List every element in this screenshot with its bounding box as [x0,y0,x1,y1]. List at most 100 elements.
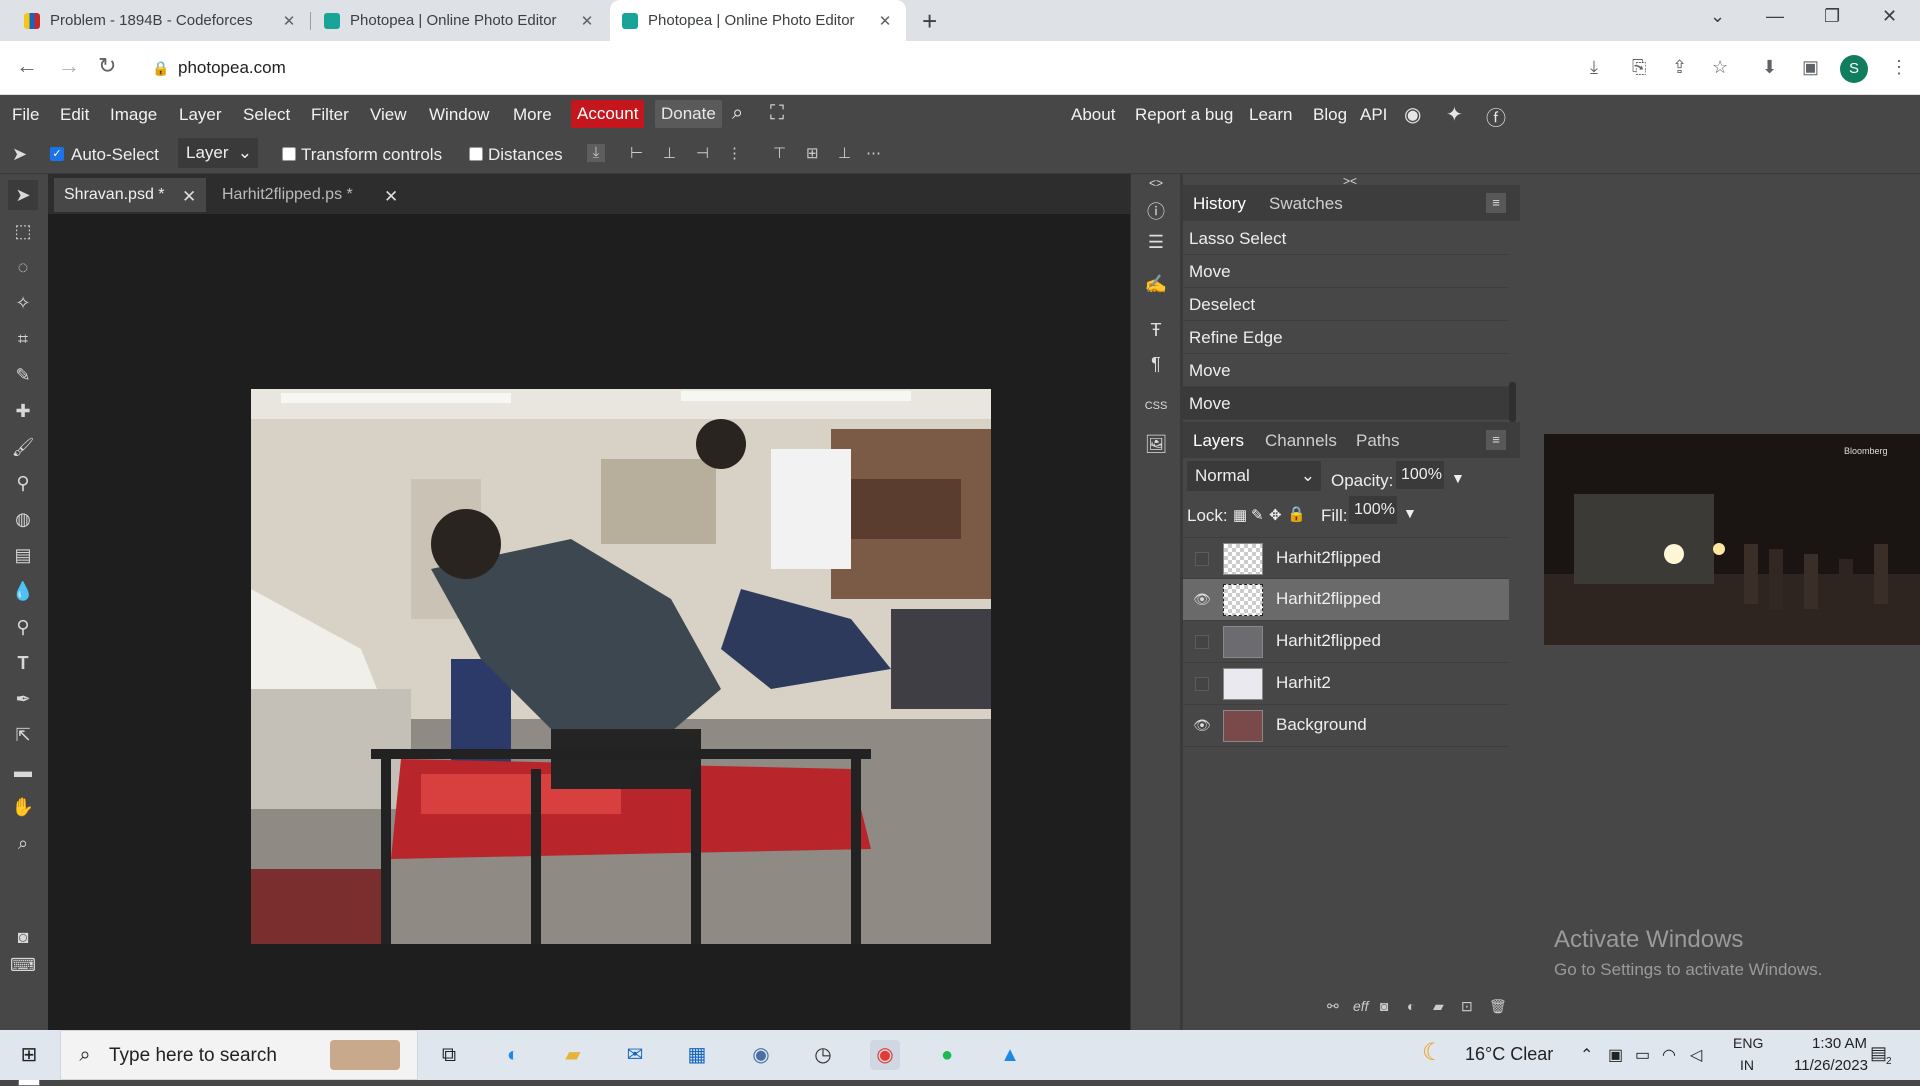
search-icon[interactable]: ⌕ [70,1040,100,1070]
css-icon[interactable]: CSS [1144,400,1168,424]
panel-menu-icon[interactable]: ≡ [1486,193,1506,213]
menu-edit[interactable]: Edit [60,105,89,125]
history-item[interactable]: Deselect [1183,288,1509,321]
bookmark-star-icon[interactable]: ☆ [1712,57,1728,78]
layer-row[interactable]: 👁 Background [1183,705,1509,747]
layer-row[interactable]: Harhit2flipped [1183,621,1509,663]
tab-layers[interactable]: Layers [1193,431,1244,451]
photos-icon[interactable]: ▲ [995,1040,1025,1070]
magic-wand-tool-icon[interactable]: ✧ [8,288,38,318]
blur-tool-icon[interactable]: 💧 [8,576,38,606]
visibility-toggle-off[interactable] [1195,635,1209,649]
share-icon[interactable]: ⇪ [1672,57,1687,78]
search-highlight-image[interactable] [330,1040,400,1070]
path-select-tool-icon[interactable]: ⇱ [8,720,38,750]
hand-tool-icon[interactable]: ✋ [8,792,38,822]
tab-paths[interactable]: Paths [1356,431,1399,451]
tab-swatches[interactable]: Swatches [1269,194,1343,214]
eyedropper-tool-icon[interactable]: ✎ [8,360,38,390]
opacity-arrow-icon[interactable]: ▼ [1451,470,1465,486]
browser-tab-photopea-2[interactable]: Photopea | Online Photo Editor ✕ [610,0,906,41]
profile-avatar[interactable]: S [1840,55,1868,83]
tab-channels[interactable]: Channels [1265,431,1337,451]
blend-mode-dropdown[interactable]: Normal ⌄ [1187,461,1321,491]
weather-moon-icon[interactable]: ☾ [1422,1038,1444,1067]
downloads-icon[interactable]: ⬇ [1762,57,1777,78]
lock-icon[interactable]: 🔒 [152,60,169,77]
image-icon[interactable]: 🖼 [1144,434,1168,458]
zoom-tool-icon[interactable]: ⌕ [8,828,38,858]
align-bottom-icon[interactable]: ⊥ [838,144,856,162]
menu-layer[interactable]: Layer [179,105,222,125]
auto-select-checkbox[interactable]: ✓ [50,147,64,161]
search-icon[interactable]: ⌕ [732,102,743,125]
file-explorer-icon[interactable]: ▰ [558,1040,588,1070]
reload-icon[interactable]: ↻ [98,53,116,79]
camera-icon[interactable]: ◉ [746,1040,776,1070]
language-indicator[interactable]: ENG [1733,1035,1763,1051]
layer-effects-icon[interactable]: eff [1353,998,1369,1014]
windows-start-icon[interactable]: ⊞ [14,1040,44,1070]
delete-layer-icon[interactable]: 🗑 [1489,998,1507,1015]
browser-tab-photopea-1[interactable]: Photopea | Online Photo Editor ✕ [312,0,608,41]
align-right-icon[interactable]: ⊣ [696,144,714,162]
eye-icon[interactable]: 👁 [1193,591,1211,609]
menu-select[interactable]: Select [243,105,290,125]
task-view-icon[interactable]: ⧉ [434,1040,464,1070]
info-icon[interactable]: ⓘ [1144,198,1168,222]
link-blog[interactable]: Blog [1313,105,1347,125]
link-report-bug[interactable]: Report a bug [1135,105,1233,125]
history-item[interactable]: Move [1183,387,1509,420]
align-top-icon[interactable]: ⊤ [773,144,791,162]
donate-button[interactable]: Donate [655,100,722,128]
pen-tool-icon[interactable]: ✒ [8,684,38,714]
account-button[interactable]: Account [571,100,645,128]
quick-mask-icon[interactable]: ◙ [8,922,38,952]
maximize-icon[interactable]: ❐ [1824,6,1840,27]
history-item[interactable]: Refine Edge [1183,321,1509,354]
chrome-icon[interactable]: ◉ [870,1040,900,1070]
layer-row[interactable]: Harhit2 [1183,663,1509,705]
brush-tool-icon[interactable]: 🖌 [8,432,38,462]
character-icon[interactable]: Ŧ [1144,320,1168,344]
new-tab-button[interactable]: + [922,6,937,37]
move-tool-icon[interactable]: ➤ [8,180,38,210]
spotify-icon[interactable]: ● [932,1040,962,1070]
align-center-h-icon[interactable]: ⊥ [663,144,681,162]
menu-image[interactable]: Image [110,105,157,125]
menu-more[interactable]: More [513,105,552,125]
tray-chevron-up-icon[interactable]: ⌃ [1580,1045,1593,1065]
tray-device-icon[interactable]: ▣ [1608,1045,1623,1065]
add-mask-icon[interactable]: ◙ [1380,998,1388,1014]
rectangle-tool-icon[interactable]: ▬ [8,756,38,786]
link-layers-icon[interactable]: ⚯ [1327,998,1339,1015]
window-close-icon[interactable]: ✕ [1882,6,1897,27]
dodge-tool-icon[interactable]: ⚲ [8,612,38,642]
align-middle-icon[interactable]: ⊞ [806,144,824,162]
layer-row[interactable]: Harhit2flipped [1183,537,1509,579]
browser-tab-codeforces[interactable]: Problem - 1894B - Codeforces ✕ [12,0,310,41]
menu-window[interactable]: Window [429,105,489,125]
visibility-toggle-off[interactable] [1195,677,1209,691]
panel-menu-icon[interactable]: ≡ [1486,430,1506,450]
transform-controls-checkbox[interactable] [282,147,296,161]
side-panel-icon[interactable]: ▣ [1802,57,1819,78]
gradient-tool-icon[interactable]: ▤ [8,540,38,570]
tab-history[interactable]: History [1193,194,1246,214]
calculator-icon[interactable]: ▦ [682,1040,712,1070]
eraser-tool-icon[interactable]: ◍ [8,504,38,534]
eye-icon[interactable]: 👁 [1193,717,1211,735]
notification-icon[interactable]: ▤ [1870,1043,1887,1064]
mail-icon[interactable]: ✉ [620,1040,650,1070]
marquee-tool-icon[interactable]: ⬚ [8,216,38,246]
taskbar-date[interactable]: 11/26/2023 [1794,1057,1868,1074]
reddit-icon[interactable]: ◉ [1404,102,1421,127]
collapse-arrows-icon[interactable]: <> [1144,176,1168,200]
healing-brush-tool-icon[interactable]: ✚ [8,396,38,426]
history-item[interactable]: Lasso Select [1183,222,1509,255]
clone-stamp-tool-icon[interactable]: ⚲ [8,468,38,498]
fill-input[interactable]: 100% [1349,496,1397,524]
close-icon[interactable]: ✕ [384,187,398,207]
link-learn[interactable]: Learn [1249,105,1292,125]
lock-pixels-icon[interactable]: ✎ [1251,506,1264,524]
